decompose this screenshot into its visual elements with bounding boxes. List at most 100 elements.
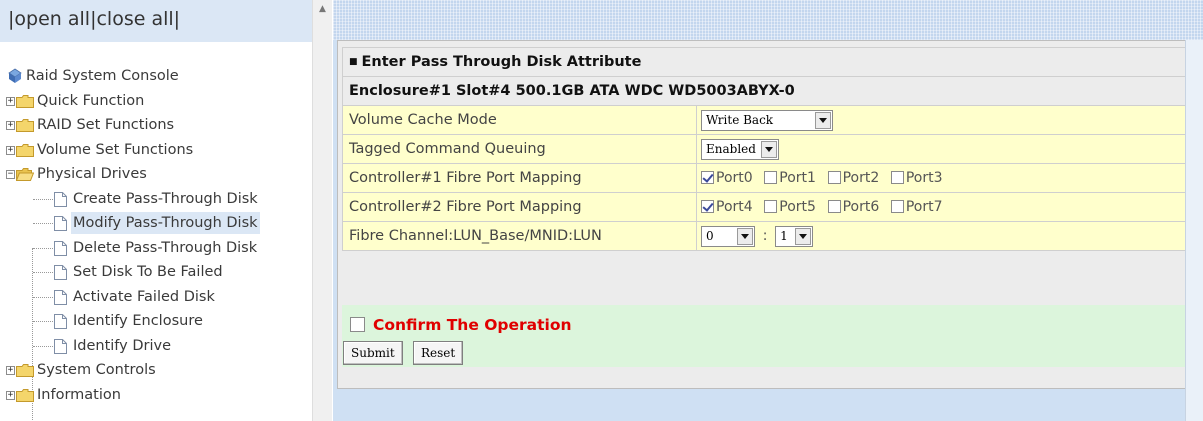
folder-icon [16,143,34,157]
port7-checkbox[interactable] [890,200,904,213]
tree-connector [33,272,53,273]
table-row: Tagged Command Queuing Enabled [342,134,1194,164]
content-frame: ■ Enter Pass Through Disk Attribute Enclo… [333,0,1203,421]
submit-button[interactable]: Submit [343,341,403,365]
select-value: 0 [706,229,714,243]
tree-folder-system-controls[interactable]: + System Controls [6,358,310,383]
navigation-frame: |open all|close all| ▲ Raid System Conso… [0,0,332,421]
folder-icon [16,388,34,402]
table-row: Volume Cache Mode Write Back [342,105,1194,135]
tree-item-identify-drive[interactable]: Identify Drive [6,334,310,359]
tree-item-label: Set Disk To Be Failed [73,264,223,280]
form-title: Enter Pass Through Disk Attribute [361,54,642,70]
nav-scrollbar[interactable]: ▲ [312,0,332,421]
port5-checkbox[interactable] [764,200,778,213]
tree-connector [33,223,53,224]
plus-box-icon[interactable]: + [6,366,15,375]
port3-checkbox[interactable] [890,171,904,184]
tree-item-label: Identify Enclosure [73,313,203,329]
port7-label: Port7 [905,199,943,215]
tree-item-label: Create Pass-Through Disk [73,190,258,207]
port6-checkbox[interactable] [827,200,841,213]
lun-separator: : [762,228,768,244]
scroll-up-arrow-icon[interactable]: ▲ [313,0,332,18]
plus-box-icon[interactable]: + [6,145,15,155]
port6-label: Port6 [842,199,880,215]
nav-tree: Raid System Console + Quick Function + R… [6,64,310,420]
folder-icon [16,94,34,108]
tree-folder-physical-drives[interactable]: − Physical Drives [6,162,310,187]
form-title-cell: ■ Enter Pass Through Disk Attribute [342,47,1194,77]
close-all-link[interactable]: close all [96,8,173,30]
attribute-table: ■ Enter Pass Through Disk Attribute Enclo… [342,47,1194,251]
chevron-down-icon[interactable] [795,227,812,245]
chevron-down-icon[interactable] [761,140,777,158]
lun-cell: 0 : 1 [696,221,1194,251]
tree-folder-quick-function[interactable]: + Quick Function [6,89,310,114]
table-row: Controller#1 Fibre Port Mapping Port0 Po… [342,163,1194,193]
disk-title: Enclosure#1 Slot#4 500.1GB ATA WDC WD500… [342,76,1194,106]
port3-label: Port3 [905,170,943,186]
tree-folder-volume-set-functions[interactable]: + Volume Set Functions [6,138,310,163]
folder-icon [16,119,34,132]
tree-folder-label: RAID Set Functions [37,117,175,133]
lun-select[interactable]: 1 [775,225,814,247]
confirm-operation-label: Confirm The Operation [373,316,572,334]
page-icon [54,314,67,329]
tree-item-delete-pass-through-disk[interactable]: Delete Pass-Through Disk [6,236,310,261]
tree-item-activate-failed-disk[interactable]: Activate Failed Disk [6,285,310,310]
page-icon [54,338,67,354]
tree-item-label-selected: Modify Pass-Through Disk [71,212,260,234]
tree-folder-information[interactable]: + Information [6,383,310,408]
chevron-down-icon[interactable] [737,227,753,245]
tree-item-identify-enclosure[interactable]: Identify Enclosure [6,309,310,334]
port2-checkbox[interactable] [827,171,841,184]
tree-item-label: Delete Pass-Through Disk [73,239,258,256]
reset-button[interactable]: Reset [413,341,464,365]
separator: | [173,8,181,30]
port1-checkbox[interactable] [764,171,778,184]
console-icon [8,68,22,83]
select-value: 1 [780,229,788,243]
tree-item-modify-pass-through-disk[interactable]: Modify Pass-Through Disk [6,211,310,236]
volume-cache-mode-select[interactable]: Write Back [701,109,833,131]
tree-connector [33,247,53,249]
controller1-port-mapping-cell: Port0 Port1 Port2 Port3 [696,163,1194,193]
plus-box-icon[interactable]: + [6,390,15,400]
port5-label: Port5 [779,199,816,215]
confirm-section: Confirm The Operation Submit Reset [342,305,1194,367]
lun-label: Fibre Channel:LUN_Base/MNID:LUN [342,221,697,251]
tree-connector [33,321,53,322]
content-header-band [333,0,1203,40]
plus-box-icon[interactable]: + [6,121,15,130]
confirm-operation-checkbox[interactable] [350,317,365,332]
tree-folder-raid-set-functions[interactable]: + RAID Set Functions [6,113,310,138]
plus-box-icon[interactable]: + [6,96,15,106]
select-value: Enabled [706,142,756,156]
page-icon [54,216,67,231]
minus-box-icon[interactable]: − [6,170,15,179]
chevron-down-icon[interactable] [815,111,831,129]
tree-item-create-pass-through-disk[interactable]: Create Pass-Through Disk [6,187,310,212]
page-icon [54,265,67,280]
confirm-line: Confirm The Operation [350,315,572,334]
open-all-link[interactable]: open all [14,8,90,30]
content-scrollbar[interactable] [1185,40,1203,421]
tree-toggle-links: |open all|close all| [0,0,312,42]
controller2-port-mapping-label: Controller#2 Fibre Port Mapping [342,192,697,222]
page-icon [54,289,67,305]
tree-item-label: Identify Drive [73,337,172,354]
page-icon [54,240,67,256]
tree-folder-label: Volume Set Functions [37,141,194,158]
controller2-port-mapping-cell: Port4 Port5 Port6 Port7 [696,192,1194,222]
tree-root-label: Raid System Console [26,68,179,84]
port0-label: Port0 [716,170,753,186]
port0-checkbox[interactable] [701,171,714,184]
tree-root[interactable]: Raid System Console [6,64,310,89]
tree-item-set-disk-to-be-failed[interactable]: Set Disk To Be Failed [6,260,310,285]
lun-base-select[interactable]: 0 [701,225,755,247]
tree-item-label: Activate Failed Disk [73,288,215,305]
tagged-command-queuing-select[interactable]: Enabled [701,138,779,160]
pass-through-attribute-form: ■ Enter Pass Through Disk Attribute Enclo… [337,40,1197,389]
port4-checkbox[interactable] [701,200,714,213]
